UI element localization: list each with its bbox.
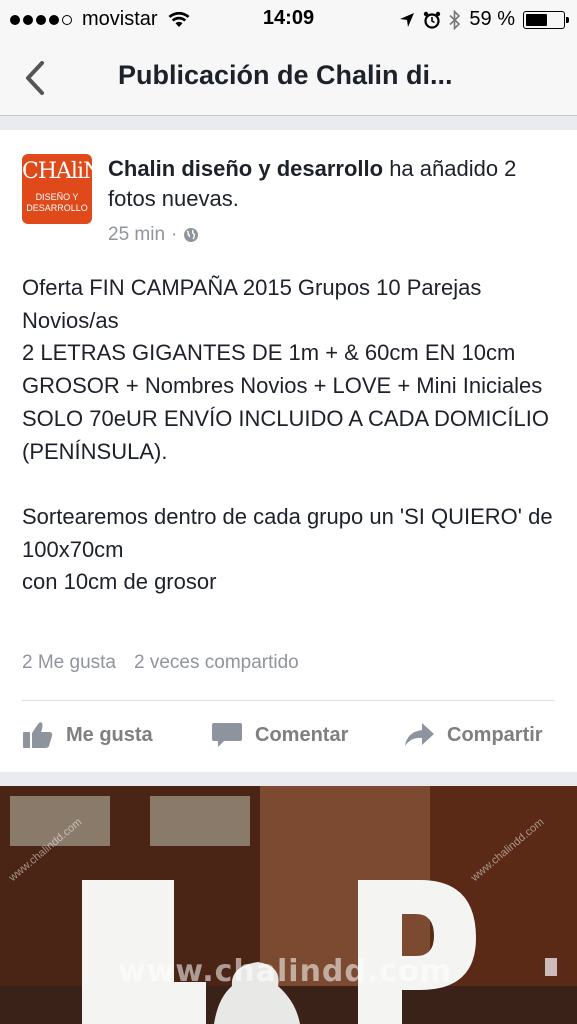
page-avatar[interactable]: CHAliN DISEÑO Y DESARROLLO bbox=[22, 154, 92, 224]
like-button[interactable]: Me gusta bbox=[22, 720, 153, 750]
post-time[interactable]: 25 min bbox=[108, 224, 165, 246]
photo-watermark: www.chalindd.com bbox=[118, 954, 452, 989]
battery-percent: 59 % bbox=[469, 8, 515, 30]
page-name-link[interactable]: Chalin diseño y desarrollo bbox=[108, 156, 383, 181]
status-bar: movistar 14:09 59 % bbox=[0, 0, 577, 40]
reaction-counts: 2 Me gusta 2 veces compartido bbox=[22, 652, 299, 674]
shares-count[interactable]: 2 veces compartido bbox=[134, 652, 299, 674]
post-paragraph: Oferta FIN CAMPAÑA 2015 Grupos 10 Pareja… bbox=[22, 275, 549, 464]
battery-icon bbox=[523, 10, 569, 29]
like-label: Me gusta bbox=[66, 723, 153, 746]
meta-separator: · bbox=[171, 224, 178, 245]
chevron-left-icon bbox=[26, 61, 44, 95]
logo-text-top: CHAliN bbox=[22, 159, 92, 184]
post-header: Chalin diseño y desarrollo ha añadido 2 … bbox=[108, 154, 558, 214]
status-right: 59 % bbox=[399, 8, 569, 31]
location-arrow-icon bbox=[400, 12, 415, 27]
post-card: CHAliN DISEÑO Y DESARROLLO Chalin diseño… bbox=[0, 130, 577, 772]
comment-button[interactable]: Comentar bbox=[211, 720, 348, 750]
alarm-icon bbox=[424, 11, 441, 29]
back-button[interactable] bbox=[18, 58, 52, 98]
comment-label: Comentar bbox=[255, 723, 349, 746]
share-button[interactable]: Compartir bbox=[403, 720, 543, 750]
globe-icon bbox=[184, 228, 199, 242]
post-body: Oferta FIN CAMPAÑA 2015 Grupos 10 Pareja… bbox=[22, 272, 562, 599]
post-meta: 25 min · bbox=[108, 224, 199, 246]
navigation-bar: Publicación de Chalin di... bbox=[0, 40, 577, 116]
post-actions: Me gusta Comentar Compartir bbox=[0, 720, 577, 756]
share-label: Compartir bbox=[447, 723, 543, 746]
share-arrow-icon bbox=[405, 723, 434, 746]
page-title: Publicación de Chalin di... bbox=[118, 60, 453, 90]
likes-count[interactable]: 2 Me gusta bbox=[22, 652, 116, 674]
bluetooth-icon bbox=[449, 9, 461, 30]
comment-icon bbox=[212, 723, 242, 747]
battery-fill bbox=[526, 13, 548, 26]
logo-text-bottom: DISEÑO Y DESARROLLO bbox=[26, 192, 88, 213]
divider bbox=[22, 700, 555, 701]
post-paragraph: Sortearemos dentro de cada grupo un 'SI … bbox=[22, 503, 553, 595]
thumbs-up-icon bbox=[23, 722, 53, 748]
